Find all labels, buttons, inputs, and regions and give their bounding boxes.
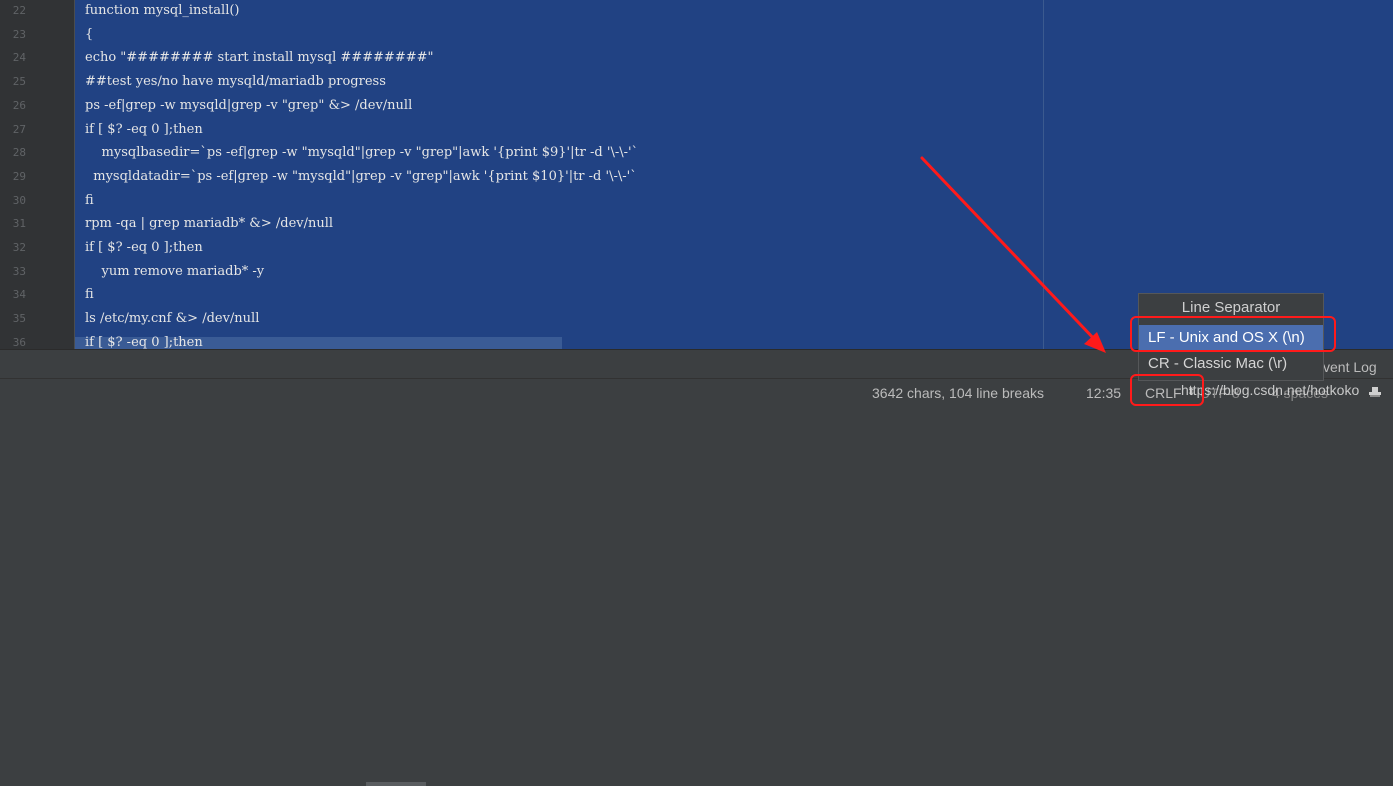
code-text: mysqldatadir=`ps -ef|grep -w "mysqld"|gr… <box>85 168 637 184</box>
code-text: if [ $? -eq 0 ];then <box>85 121 203 137</box>
right-margin-guide <box>1043 0 1044 349</box>
code-text: { <box>85 26 94 42</box>
line-number: 25 <box>12 75 26 89</box>
event-log-tab[interactable]: vent Log <box>1323 357 1377 377</box>
code-text: function mysql_install() <box>85 3 240 18</box>
code-line[interactable]: 23 { <box>0 23 1043 47</box>
line-number: 24 <box>12 51 26 65</box>
line-number: 29 <box>12 169 26 183</box>
code-line[interactable]: 35 ls /etc/my.cnf &> /dev/null <box>0 307 1043 331</box>
line-number: 33 <box>12 264 26 278</box>
code-text: ps -ef|grep -w mysqld|grep -v "grep" &> … <box>85 97 413 113</box>
line-number: 23 <box>12 27 26 41</box>
line-number: 30 <box>12 193 26 207</box>
code-line[interactable]: 26 ps -ef|grep -w mysqld|grep -v "grep" &… <box>0 94 1043 118</box>
code-text: rpm -qa | grep mariadb* &> /dev/null <box>85 216 334 232</box>
line-number: 35 <box>12 312 26 326</box>
line-number: 36 <box>12 335 26 349</box>
highlight-box-crlf <box>1130 374 1204 406</box>
code-text: if [ $? -eq 0 ];then <box>85 334 203 349</box>
document-stats: 3642 chars, 104 line breaks <box>872 385 1044 401</box>
code-text: fi <box>85 287 94 303</box>
horizontal-scrollbar[interactable] <box>366 782 426 786</box>
caret-position[interactable]: 12:35 <box>1086 379 1121 407</box>
code-line[interactable]: 32 if [ $? -eq 0 ];then <box>0 236 1043 260</box>
code-line[interactable]: 28 mysqlbasedir=`ps -ef|grep -w "mysqld"… <box>0 141 1043 165</box>
code-text: mysqlbasedir=`ps -ef|grep -w "mysqld"|gr… <box>85 145 639 161</box>
line-number: 27 <box>12 122 26 136</box>
code-line[interactable]: 27 if [ $? -eq 0 ];then <box>0 118 1043 142</box>
line-number: 32 <box>12 241 26 254</box>
watermark-text: https://blog.csdn.net/hotkoko <box>1181 382 1360 398</box>
code-text: yum remove mariadb* -y <box>85 263 265 279</box>
code-line[interactable]: 22 function mysql_install() <box>0 0 1043 23</box>
code-line[interactable]: 31 rpm -qa | grep mariadb* &> /dev/null <box>0 212 1043 236</box>
code-line[interactable]: 33 yum remove mariadb* -y <box>0 260 1043 284</box>
code-line[interactable]: 25 ##test yes/no have mysqld/mariadb prog… <box>0 70 1043 94</box>
code-line[interactable]: 30 fi <box>0 189 1043 213</box>
code-text: if [ $? -eq 0 ];then <box>85 240 203 255</box>
line-number: 34 <box>12 288 26 302</box>
line-number: 22 <box>12 4 26 17</box>
inspector-hat-icon[interactable] <box>1369 386 1381 398</box>
code-line[interactable]: 34 fi <box>0 283 1043 307</box>
line-number: 28 <box>12 146 26 160</box>
code-line[interactable]: 36 if [ $? -eq 0 ];then <box>0 331 1043 349</box>
code-line[interactable]: 24 echo "######## start install mysql ###… <box>0 46 1043 70</box>
code-text: fi <box>85 192 94 208</box>
line-number: 31 <box>12 217 26 231</box>
code-text: ls /etc/my.cnf &> /dev/null <box>85 311 260 327</box>
highlight-box-lf-option <box>1130 316 1336 352</box>
code-text: echo "######## start install mysql #####… <box>85 50 434 66</box>
code-line[interactable]: 29 mysqldatadir=`ps -ef|grep -w "mysqld"… <box>0 165 1043 189</box>
code-text: ##test yes/no have mysqld/mariadb progre… <box>85 74 386 90</box>
line-number: 26 <box>12 98 26 112</box>
